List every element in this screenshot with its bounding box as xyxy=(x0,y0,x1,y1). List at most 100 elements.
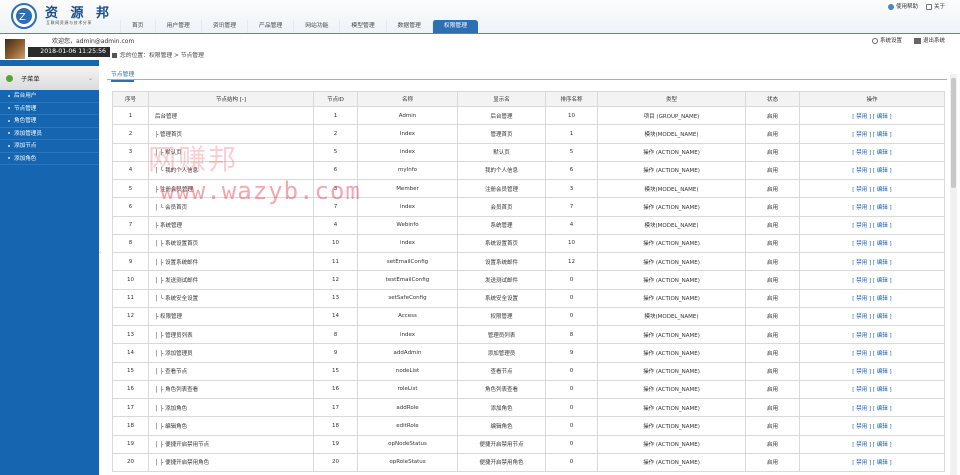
edit-link[interactable]: [ 编辑 ] xyxy=(873,114,892,120)
help-icon xyxy=(887,3,894,10)
nav-item[interactable]: 模型管理 xyxy=(339,20,385,33)
nav-item[interactable]: 首页 xyxy=(120,20,155,33)
disable-link[interactable]: [ 禁用 ] xyxy=(852,387,871,393)
edit-link[interactable]: [ 编辑 ] xyxy=(873,442,892,448)
table-cell: Access xyxy=(357,306,458,327)
disable-link[interactable]: [ 禁用 ] xyxy=(852,369,871,375)
edit-link[interactable]: [ 编辑 ] xyxy=(873,369,892,375)
disable-link[interactable]: [ 禁用 ] xyxy=(852,333,871,339)
settings-button[interactable]: 系统设置 xyxy=(871,36,902,44)
disable-link[interactable]: [ 禁用 ] xyxy=(852,406,871,412)
table-cell: addAdmin xyxy=(357,343,458,363)
help-link[interactable]: 使用帮助 xyxy=(887,2,918,10)
table-cell: 管理员列表 xyxy=(457,324,546,345)
row-actions: [ 禁用 ] [ 编辑 ] xyxy=(799,160,945,181)
sidebar: 子菜单 ⌄ 后台用户 节点管理 角色管理 添加管理员 添加节点 添加角色 xyxy=(0,60,99,475)
disable-link[interactable]: [ 禁用 ] xyxy=(852,296,871,302)
sidebar-item[interactable]: 后台用户 xyxy=(0,90,99,103)
table-cell: │ ├ 编辑角色 xyxy=(148,416,314,436)
sidebar-item[interactable]: 节点管理 xyxy=(0,103,99,115)
edit-link[interactable]: [ 编辑 ] xyxy=(873,223,892,229)
edit-link[interactable]: [ 编辑 ] xyxy=(873,205,892,211)
edit-link[interactable]: [ 编辑 ] xyxy=(873,333,892,339)
table-cell: 8 xyxy=(313,324,358,345)
table-cell: 18 xyxy=(313,416,358,436)
disable-link[interactable]: [ 禁用 ] xyxy=(852,114,871,120)
disable-link[interactable]: [ 禁用 ] xyxy=(852,150,871,156)
edit-link[interactable]: [ 编辑 ] xyxy=(873,296,892,302)
table-row: 9 │ ├ 设置系统邮件 11 setEmailConfig 设置系统邮件 12 操作 (A… xyxy=(112,251,945,272)
logout-button[interactable]: 退出系统 xyxy=(913,36,945,44)
disable-link[interactable]: [ 禁用 ] xyxy=(852,168,871,174)
table-cell: 2 xyxy=(112,124,149,144)
edit-link[interactable]: [ 编辑 ] xyxy=(873,150,892,156)
edit-link[interactable]: [ 编辑 ] xyxy=(873,241,892,247)
scrollbar-thumb[interactable] xyxy=(951,78,956,188)
nav-item[interactable]: 权限管理 xyxy=(431,20,479,33)
edit-link[interactable]: [ 编辑 ] xyxy=(873,187,892,193)
tab-node-management[interactable]: 节点管理 xyxy=(111,69,135,82)
disable-link[interactable]: [ 禁用 ] xyxy=(852,351,871,357)
disable-link[interactable]: [ 禁用 ] xyxy=(852,460,871,466)
table-cell: │ ├ 添加角色 xyxy=(148,397,314,418)
table-cell: opNodeStatus xyxy=(357,434,458,454)
edit-link[interactable]: [ 编辑 ] xyxy=(873,387,892,393)
nav-item[interactable]: 用户管理 xyxy=(154,20,201,33)
edit-link[interactable]: [ 编辑 ] xyxy=(873,406,892,412)
table-cell: 8 xyxy=(545,324,598,345)
disable-link[interactable]: [ 禁用 ] xyxy=(852,132,871,138)
edit-link[interactable]: [ 编辑 ] xyxy=(873,424,892,430)
edit-link[interactable]: [ 编辑 ] xyxy=(873,351,892,357)
table-row: 19 │ ├ 便捷开启禁用节点 19 opNodeStatus 便捷开启禁用节点 0 操作 … xyxy=(112,434,945,454)
row-actions: [ 禁用 ] [ 编辑 ] xyxy=(799,324,945,345)
table-row: 20 │ ├ 便捷开启禁用角色 20 opRoleStatus 便捷开启禁用角色 0 操作 … xyxy=(112,452,945,473)
table-cell: │ ├ 发送测试邮件 xyxy=(148,270,314,290)
disable-link[interactable]: [ 禁用 ] xyxy=(852,223,871,229)
disable-link[interactable]: [ 禁用 ] xyxy=(852,278,871,284)
table-cell: roleList xyxy=(357,379,458,400)
sidebar-item[interactable]: 角色管理 xyxy=(0,115,99,128)
sidebar-collapse-handle[interactable]: ‹ xyxy=(99,250,103,266)
table-row: 12 ├ 权限管理 14 Access 权限管理 0 模块(MODEL_NAME) 启用[ 禁… xyxy=(112,306,945,327)
nav-item[interactable]: 资讯管理 xyxy=(200,20,247,33)
edit-link[interactable]: [ 编辑 ] xyxy=(873,168,892,174)
table-cell: 编辑角色 xyxy=(457,416,546,436)
table-cell: 10 xyxy=(313,233,358,254)
table-cell: 启用 xyxy=(745,142,800,162)
scrollbar[interactable] xyxy=(950,74,957,475)
sidebar-item[interactable]: 添加角色 xyxy=(0,153,99,165)
main-nav: 首页 用户管理 资讯管理 产品管理 网站功能 模型管理 数据管理 权限管理 xyxy=(120,20,479,33)
nav-item[interactable]: 数据管理 xyxy=(385,20,432,33)
edit-link[interactable]: [ 编辑 ] xyxy=(873,460,892,466)
nav-item[interactable]: 产品管理 xyxy=(247,20,293,33)
table-cell: 设置系统邮件 xyxy=(457,251,546,272)
edit-link[interactable]: [ 编辑 ] xyxy=(873,278,892,284)
column-header[interactable]: 节点结构 [-] xyxy=(148,91,314,107)
sidebar-header[interactable]: 子菜单 ⌄ xyxy=(0,66,99,90)
table-cell: 启用 xyxy=(745,416,800,436)
edit-link[interactable]: [ 编辑 ] xyxy=(873,132,892,138)
disable-link[interactable]: [ 禁用 ] xyxy=(852,424,871,430)
row-actions: [ 禁用 ] [ 编辑 ] xyxy=(799,361,945,381)
table-cell: 0 xyxy=(545,452,598,473)
row-actions: [ 禁用 ] [ 编辑 ] xyxy=(799,197,945,217)
welcome-text: 欢迎您，admin@admin.com xyxy=(52,38,135,45)
edit-link[interactable]: [ 编辑 ] xyxy=(873,260,892,266)
disable-link[interactable]: [ 禁用 ] xyxy=(852,314,871,320)
table-cell: │ ├ 添加管理员 xyxy=(148,343,314,363)
bullet-icon xyxy=(8,132,10,134)
nav-item[interactable]: 网站功能 xyxy=(293,20,339,33)
table-cell: 0 xyxy=(545,270,598,290)
row-actions: [ 禁用 ] [ 编辑 ] xyxy=(799,416,945,436)
sidebar-item[interactable]: 添加管理员 xyxy=(0,128,99,140)
about-link[interactable]: 关于 xyxy=(925,2,945,10)
disable-link[interactable]: [ 禁用 ] xyxy=(852,187,871,193)
edit-link[interactable]: [ 编辑 ] xyxy=(873,314,892,320)
disable-link[interactable]: [ 禁用 ] xyxy=(852,442,871,448)
disable-link[interactable]: [ 禁用 ] xyxy=(852,205,871,211)
disable-link[interactable]: [ 禁用 ] xyxy=(852,260,871,266)
disable-link[interactable]: [ 禁用 ] xyxy=(852,241,871,247)
exit-icon xyxy=(913,37,921,44)
sidebar-item[interactable]: 添加节点 xyxy=(0,140,99,153)
table-cell: 我的个人信息 xyxy=(457,160,546,181)
